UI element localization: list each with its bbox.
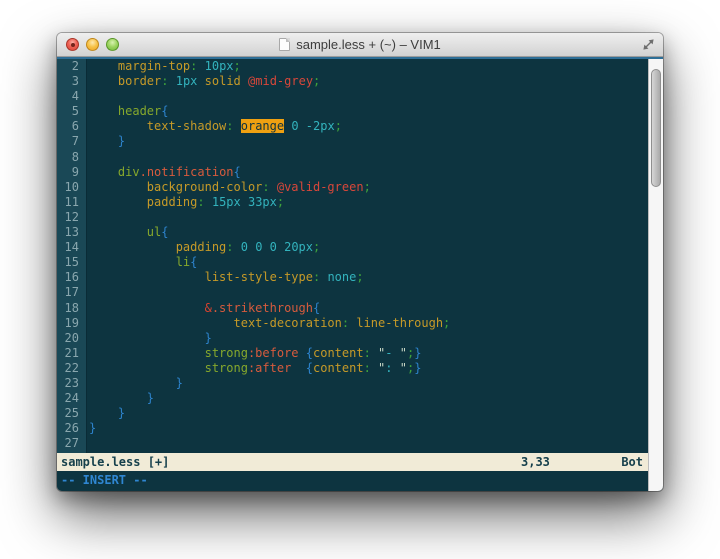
code-line: 5 header{ — [57, 104, 648, 119]
code-line: 16 list-style-type: none; — [57, 270, 648, 285]
scrollbar-thumb[interactable] — [651, 69, 661, 187]
fullscreen-resize-icon[interactable] — [642, 38, 655, 51]
code-line: 3 border: 1px solid @mid-grey; — [57, 74, 648, 89]
line-code: } — [87, 391, 154, 406]
line-number: 22 — [57, 361, 87, 376]
line-code: list-style-type: none; — [87, 270, 364, 285]
scrollbar-track[interactable] — [648, 59, 663, 491]
zoom-button[interactable] — [106, 38, 119, 51]
code-line: 15 li{ — [57, 255, 648, 270]
line-code: strong:before {content: "- ";} — [87, 346, 421, 361]
line-number: 18 — [57, 301, 87, 316]
line-code: background-color: @valid-green; — [87, 180, 371, 195]
line-number: 13 — [57, 225, 87, 240]
vim-statusline: sample.less [+] 3,33 Bot — [57, 453, 648, 471]
code-line: 8 — [57, 150, 648, 165]
code-line: 24 } — [57, 391, 648, 406]
line-code: } — [87, 421, 96, 436]
code-line: 2 margin-top: 10px; — [57, 59, 648, 74]
line-number: 12 — [57, 210, 87, 225]
line-number: 2 — [57, 59, 87, 74]
vim-window: sample.less + (~) – VIM1 2 margin-top: 1… — [57, 33, 663, 491]
code-line: 23 } — [57, 376, 648, 391]
statusline-cursor-position: 3,33 — [521, 455, 550, 469]
line-code: strong:after {content: ": ";} — [87, 361, 421, 376]
line-code: } — [87, 376, 183, 391]
line-code: div.notification{ — [87, 165, 241, 180]
window-title-text: sample.less + (~) – VIM1 — [296, 37, 441, 52]
line-number: 11 — [57, 195, 87, 210]
code-line: 20 } — [57, 331, 648, 346]
line-number: 7 — [57, 134, 87, 149]
statusline-filename: sample.less [+] — [61, 455, 169, 469]
window-title: sample.less + (~) – VIM1 — [57, 33, 663, 56]
code-line: 17 — [57, 285, 648, 300]
code-line: 21 strong:before {content: "- ";} — [57, 346, 648, 361]
code-area[interactable]: 2 margin-top: 10px;3 border: 1px solid @… — [57, 59, 648, 453]
line-number: 21 — [57, 346, 87, 361]
line-number: 14 — [57, 240, 87, 255]
line-code: text-decoration: line-through; — [87, 316, 450, 331]
line-number: 25 — [57, 406, 87, 421]
line-code: ul{ — [87, 225, 168, 240]
code-line: 27 — [57, 436, 648, 451]
code-line: 14 padding: 0 0 0 20px; — [57, 240, 648, 255]
line-number: 10 — [57, 180, 87, 195]
line-code: padding: 0 0 0 20px; — [87, 240, 320, 255]
window-titlebar[interactable]: sample.less + (~) – VIM1 — [57, 33, 663, 57]
traffic-lights — [66, 33, 119, 56]
code-line: 7 } — [57, 134, 648, 149]
line-code — [87, 89, 89, 104]
line-number: 8 — [57, 150, 87, 165]
close-button[interactable] — [66, 38, 79, 51]
statusline-scroll-indicator: Bot — [621, 455, 643, 469]
code-line: 22 strong:after {content: ": ";} — [57, 361, 648, 376]
code-line: 4 — [57, 89, 648, 104]
editor-content: 2 margin-top: 10px;3 border: 1px solid @… — [57, 57, 663, 491]
line-code — [87, 210, 89, 225]
line-code: } — [87, 406, 125, 421]
line-number: 19 — [57, 316, 87, 331]
line-number: 4 — [57, 89, 87, 104]
line-number: 9 — [57, 165, 87, 180]
line-code: text-shadow: orange 0 -2px; — [87, 119, 342, 134]
editor-main-column: 2 margin-top: 10px;3 border: 1px solid @… — [57, 59, 648, 491]
code-line: 10 background-color: @valid-green; — [57, 180, 648, 195]
line-number: 16 — [57, 270, 87, 285]
code-line: 9 div.notification{ — [57, 165, 648, 180]
code-line: 18 &.strikethrough{ — [57, 301, 648, 316]
line-number: 27 — [57, 436, 87, 451]
mode-indicator: -- INSERT -- — [61, 473, 148, 487]
line-code: margin-top: 10px; — [87, 59, 241, 74]
line-number: 20 — [57, 331, 87, 346]
line-code: } — [87, 134, 125, 149]
line-number: 6 — [57, 119, 87, 134]
line-code: li{ — [87, 255, 197, 270]
code-line: 11 padding: 15px 33px; — [57, 195, 648, 210]
line-number: 17 — [57, 285, 87, 300]
code-line: 26} — [57, 421, 648, 436]
line-number: 26 — [57, 421, 87, 436]
line-code — [87, 285, 89, 300]
line-code: header{ — [87, 104, 169, 119]
line-code: } — [87, 331, 212, 346]
line-number: 3 — [57, 74, 87, 89]
line-code: &.strikethrough{ — [87, 301, 320, 316]
minimize-button[interactable] — [86, 38, 99, 51]
line-code: padding: 15px 33px; — [87, 195, 284, 210]
code-line: 19 text-decoration: line-through; — [57, 316, 648, 331]
line-number: 24 — [57, 391, 87, 406]
code-line: 12 — [57, 210, 648, 225]
line-code: border: 1px solid @mid-grey; — [87, 74, 320, 89]
line-number: 23 — [57, 376, 87, 391]
code-line: 25 } — [57, 406, 648, 421]
vim-command-line: -- INSERT -- — [57, 471, 648, 491]
line-number: 5 — [57, 104, 87, 119]
line-code — [87, 150, 89, 165]
document-proxy-icon — [279, 38, 290, 51]
code-line: 13 ul{ — [57, 225, 648, 240]
line-number: 15 — [57, 255, 87, 270]
code-line: 6 text-shadow: orange 0 -2px; — [57, 119, 648, 134]
line-code — [87, 436, 89, 451]
